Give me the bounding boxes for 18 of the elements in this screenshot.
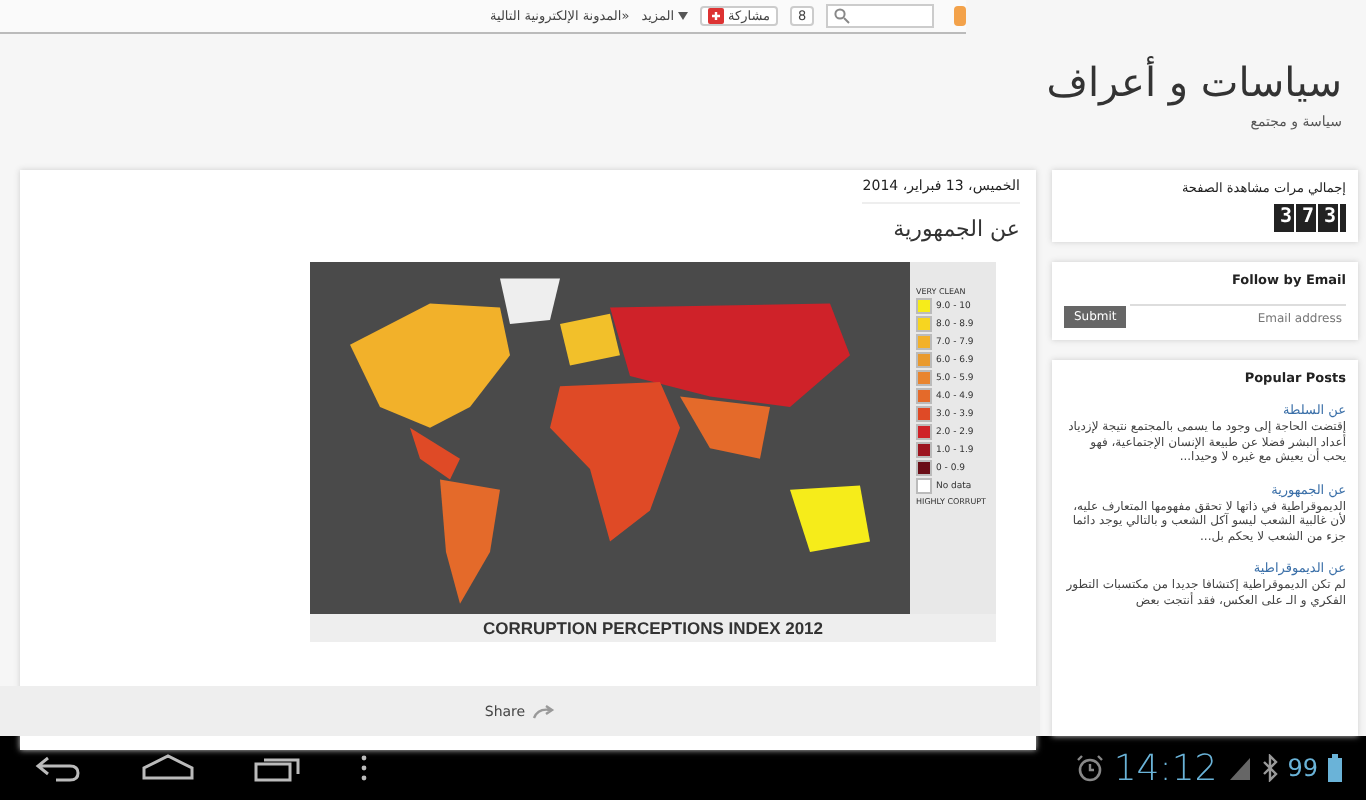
search-icon [834, 8, 851, 24]
caret-icon [678, 12, 689, 20]
plus-badge-icon [708, 8, 725, 24]
post-title[interactable]: عن الجمهورية [893, 216, 1020, 243]
share-arrow-icon [531, 703, 556, 720]
clock-time: 14:12 [1113, 747, 1218, 790]
search-field[interactable] [826, 4, 934, 28]
figure-caption: CORRUPTION PERCEPTIONS INDEX 2012 [310, 614, 996, 643]
battery-icon [1328, 754, 1342, 783]
menu-icon[interactable] [360, 754, 368, 783]
blog-title[interactable]: سياسات و أعراف [1046, 54, 1342, 110]
back-icon[interactable] [32, 754, 84, 783]
recent-apps-icon[interactable] [252, 754, 304, 783]
signal-icon [1227, 754, 1252, 783]
alarm-icon [1075, 754, 1104, 783]
bluetooth-icon [1261, 754, 1278, 783]
home-icon[interactable] [140, 754, 196, 783]
battery-percent: 99 [1287, 754, 1318, 783]
